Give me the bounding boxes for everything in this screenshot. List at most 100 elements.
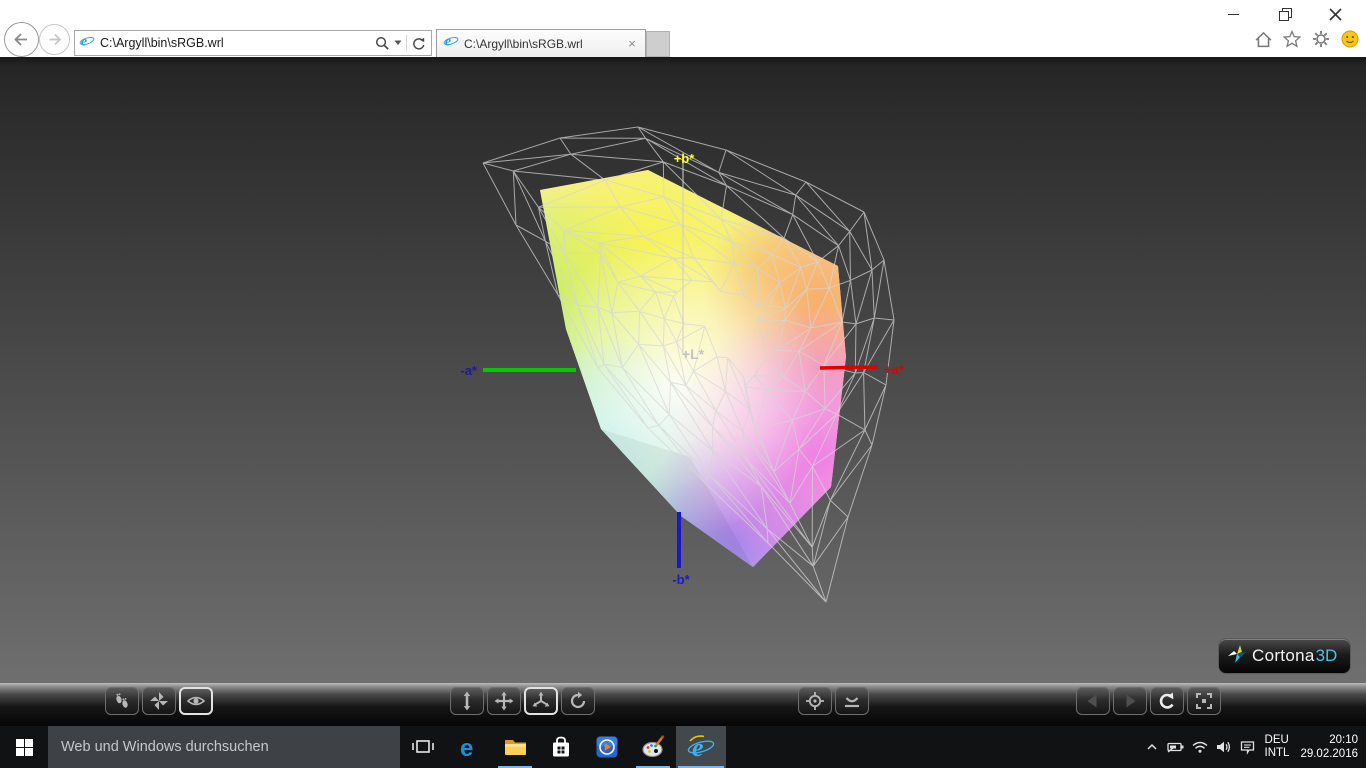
fly-button[interactable] bbox=[142, 687, 176, 715]
system-tray: DEU INTL 20:10 29.02.2016 bbox=[1140, 726, 1366, 768]
cortona3d-suffix-text: 3D bbox=[1315, 646, 1338, 665]
axis-label-plus-a: +a* bbox=[884, 362, 905, 377]
battery-icon bbox=[1166, 742, 1184, 753]
browser-tab[interactable]: e C:\Argyll\bin\sRGB.wrl × bbox=[436, 29, 646, 57]
next-view-button[interactable] bbox=[1113, 687, 1147, 715]
new-tab-button[interactable] bbox=[646, 31, 670, 57]
viewer-toolbar bbox=[0, 683, 1366, 726]
axis-label-plus-b: +b* bbox=[674, 151, 696, 166]
internet-explorer-icon: e bbox=[687, 733, 715, 761]
home-button[interactable] bbox=[1253, 29, 1273, 49]
volume-icon bbox=[1216, 741, 1230, 753]
ie-favicon: e bbox=[79, 33, 95, 54]
axis-label-minus-b: -b* bbox=[672, 572, 690, 587]
action-center-icon bbox=[1240, 741, 1255, 755]
edge-taskbar-button[interactable]: e bbox=[446, 726, 492, 768]
minimize-icon bbox=[1227, 13, 1239, 15]
straighten-icon bbox=[845, 697, 859, 708]
restore-view-button[interactable] bbox=[1150, 687, 1184, 715]
svg-text:e: e bbox=[445, 34, 451, 49]
clock-date: 29.02.2016 bbox=[1300, 748, 1358, 760]
action-center-tray-button[interactable] bbox=[1236, 726, 1260, 768]
ie-tab-favicon: e bbox=[443, 33, 459, 54]
edge-icon: e bbox=[460, 735, 473, 760]
plan-button[interactable] bbox=[450, 687, 484, 715]
store-taskbar-button[interactable] bbox=[538, 726, 584, 768]
study-button[interactable] bbox=[179, 687, 213, 715]
axis-label-plus-l: +L* bbox=[682, 346, 705, 362]
walk-icon bbox=[116, 693, 128, 708]
settings-button[interactable] bbox=[1311, 29, 1331, 49]
next-view-icon bbox=[1126, 694, 1136, 708]
spin-button[interactable] bbox=[561, 687, 595, 715]
screen: e C:\Argyll\bin\sRGB.wrl e C:\Argyll\bin… bbox=[0, 0, 1366, 768]
address-separator bbox=[406, 35, 407, 51]
volume-tray-button[interactable] bbox=[1212, 726, 1236, 768]
restore-view-icon bbox=[1159, 692, 1174, 709]
language-indicator[interactable]: DEU INTL bbox=[1265, 734, 1290, 760]
paint-taskbar-button[interactable] bbox=[630, 726, 676, 768]
favorites-button[interactable] bbox=[1282, 29, 1302, 49]
study-icon bbox=[186, 696, 206, 706]
address-bar[interactable]: e C:\Argyll\bin\sRGB.wrl bbox=[74, 30, 432, 56]
forward-arrow-icon bbox=[49, 33, 62, 46]
restore-button[interactable] bbox=[1270, 4, 1300, 24]
media-player-icon bbox=[596, 736, 618, 758]
battery-tray-button[interactable] bbox=[1164, 726, 1188, 768]
task-view-icon bbox=[412, 740, 434, 753]
turn-icon bbox=[532, 691, 550, 707]
internet-explorer-taskbar-button[interactable]: e bbox=[676, 726, 726, 768]
fit-view-icon bbox=[1196, 693, 1212, 709]
tab-close-button[interactable]: × bbox=[623, 35, 641, 53]
smiley-icon bbox=[1341, 30, 1359, 48]
minimize-button[interactable] bbox=[1218, 4, 1248, 24]
refresh-icon[interactable] bbox=[411, 36, 426, 51]
start-button[interactable] bbox=[0, 726, 48, 768]
search-icon[interactable] bbox=[374, 35, 390, 51]
address-input[interactable]: C:\Argyll\bin\sRGB.wrl bbox=[100, 36, 374, 50]
svg-text:e: e bbox=[460, 735, 473, 760]
back-arrow-icon bbox=[14, 33, 27, 46]
walk-button[interactable] bbox=[105, 687, 139, 715]
pan-icon bbox=[494, 691, 514, 711]
wifi-tray-button[interactable] bbox=[1188, 726, 1212, 768]
pan-button[interactable] bbox=[487, 687, 521, 715]
cortona3d-viewport: +b* -a* +a* -b* +L* Cortona 3D bbox=[0, 57, 1366, 683]
chevron-up-icon bbox=[1146, 743, 1157, 750]
goto-icon bbox=[806, 692, 824, 710]
svg-text:e: e bbox=[81, 33, 87, 48]
close-button[interactable] bbox=[1320, 4, 1350, 24]
wifi-icon bbox=[1192, 741, 1207, 753]
forward-button[interactable] bbox=[39, 24, 70, 55]
straighten-button[interactable] bbox=[835, 687, 869, 715]
search-placeholder: Web und Windows durchsuchen bbox=[61, 739, 269, 755]
goto-button[interactable] bbox=[798, 687, 832, 715]
back-button[interactable] bbox=[4, 22, 39, 57]
fit-view-button[interactable] bbox=[1187, 687, 1221, 715]
star-icon bbox=[1283, 30, 1301, 48]
file-explorer-icon bbox=[504, 740, 526, 755]
store-icon bbox=[553, 736, 569, 757]
taskbar-search-input[interactable]: Web und Windows durchsuchen bbox=[48, 726, 400, 768]
turn-button[interactable] bbox=[524, 687, 558, 715]
prev-view-button[interactable] bbox=[1076, 687, 1110, 715]
cortona3d-logo[interactable]: Cortona 3D bbox=[1218, 638, 1351, 674]
3d-scene[interactable]: +b* -a* +a* -b* +L* bbox=[0, 57, 1366, 683]
search-dropdown-icon[interactable] bbox=[394, 40, 402, 46]
chevron-up-tray-button[interactable] bbox=[1140, 726, 1164, 768]
restore-icon bbox=[1279, 8, 1292, 21]
axis-label-minus-a: -a* bbox=[460, 363, 478, 378]
spin-icon bbox=[570, 691, 586, 709]
media-player-taskbar-button[interactable] bbox=[584, 726, 630, 768]
file-explorer-taskbar-button[interactable] bbox=[492, 726, 538, 768]
clock[interactable]: 20:10 29.02.2016 bbox=[1300, 733, 1358, 761]
cortona3d-brand-text: Cortona bbox=[1252, 646, 1315, 665]
close-icon bbox=[1328, 7, 1342, 21]
tab-title: C:\Argyll\bin\sRGB.wrl bbox=[464, 36, 583, 51]
windows-logo-icon bbox=[15, 738, 33, 756]
cortona3d-star-icon bbox=[1226, 643, 1248, 670]
browser-chrome: e C:\Argyll\bin\sRGB.wrl e C:\Argyll\bin… bbox=[0, 0, 1366, 57]
feedback-button[interactable] bbox=[1340, 29, 1360, 49]
task-view-taskbar-button[interactable] bbox=[400, 726, 446, 768]
fly-icon bbox=[150, 692, 168, 710]
